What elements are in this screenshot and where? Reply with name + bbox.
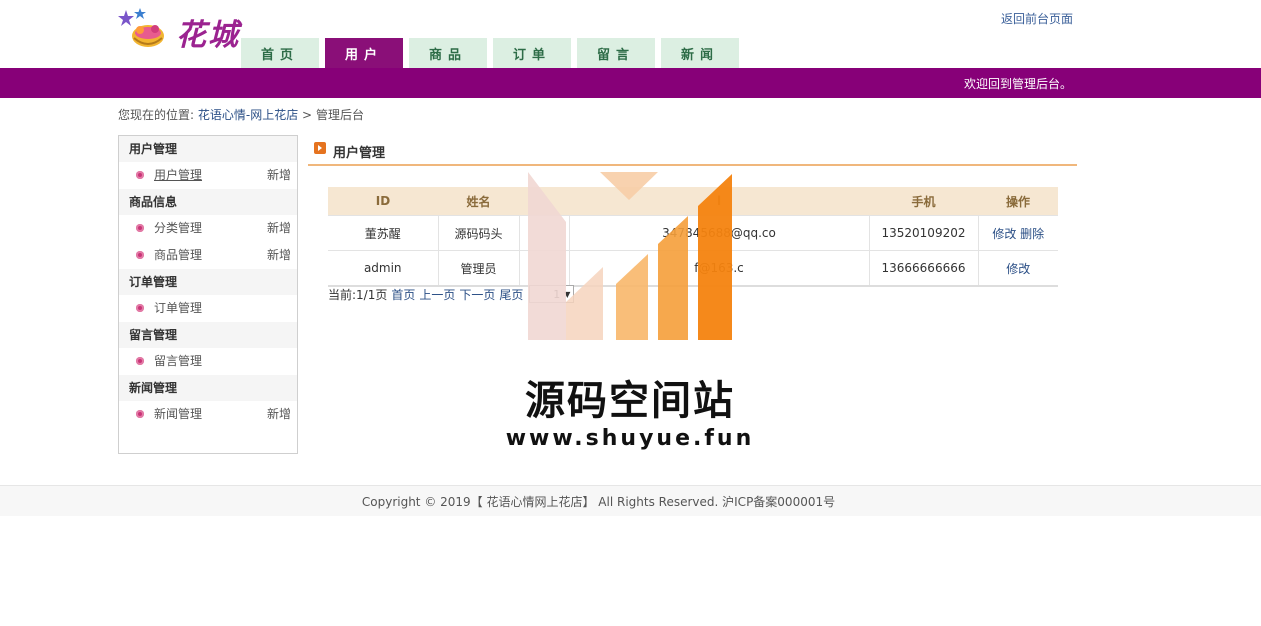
return-frontend-link[interactable]: 返回前台页面	[1001, 10, 1073, 27]
sidebar-item-label[interactable]: 用户管理	[154, 168, 202, 182]
bullet-icon	[136, 357, 144, 365]
add-user-link[interactable]: 新增	[267, 162, 291, 189]
breadcrumb-home-link[interactable]: 花语心情-网上花店	[198, 108, 298, 122]
bullet-icon	[136, 251, 144, 259]
breadcrumb-prefix: 您现在的位置:	[118, 108, 195, 122]
copyright-text: Copyright © 2019【 花语心情网上花店】 All Rights R…	[361, 495, 836, 509]
nav-tab-products[interactable]: 商品	[409, 38, 487, 68]
sidebar-item-label[interactable]: 商品管理	[154, 248, 202, 262]
sidebar-group-messages: 留言管理	[119, 322, 297, 348]
flower-basket-icon	[118, 8, 164, 47]
cell-phone: 13666666666	[869, 250, 979, 287]
cell-actions: 修改	[978, 250, 1058, 287]
footer: Copyright © 2019【 花语心情网上花店】 All Rights R…	[0, 485, 1261, 516]
sidebar-item-product-management: 商品管理 新增	[119, 242, 297, 269]
edit-link[interactable]: 修改	[1006, 262, 1030, 276]
column-header-actions: 操作	[978, 187, 1058, 216]
column-header-name: 姓名	[438, 187, 519, 216]
sidebar-group-orders: 订单管理	[119, 269, 297, 295]
cell-actions: 修改 删除	[978, 215, 1058, 251]
cell-phone: 13520109202	[869, 215, 979, 251]
cell-name: 管理员	[438, 250, 520, 287]
top-bar: 欢迎回到管理后台。	[0, 68, 1261, 98]
next-page-link[interactable]: 下一页	[459, 286, 495, 303]
cell-name: 源码码头	[438, 215, 520, 251]
add-news-link[interactable]: 新增	[267, 401, 291, 428]
watermark-url: www.shuyue.fun	[505, 426, 755, 451]
sidebar-item-news-management: 新闻管理 新增	[119, 401, 297, 428]
welcome-text: 欢迎回到管理后台。	[963, 77, 1072, 91]
add-category-link[interactable]: 新增	[267, 215, 291, 242]
sidebar-item-order-management: 订单管理	[119, 295, 297, 322]
last-page-link[interactable]: 尾页	[499, 286, 523, 303]
nav-tab-users[interactable]: 用户	[325, 38, 403, 68]
arrow-right-icon	[314, 142, 326, 154]
cell-id: 董苏醒	[328, 215, 439, 251]
sidebar-item-label[interactable]: 订单管理	[154, 301, 202, 315]
sidebar: 用户管理 用户管理 新增 商品信息 分类管理 新增 商品管理 新增 订单管理 订…	[118, 135, 298, 454]
sidebar-item-category-management: 分类管理 新增	[119, 215, 297, 242]
bullet-icon	[136, 224, 144, 232]
breadcrumb-current: 管理后台	[315, 108, 364, 122]
sidebar-item-label[interactable]: 新闻管理	[154, 407, 202, 421]
bullet-icon	[136, 171, 144, 179]
watermark-title: 源码空间站	[525, 378, 735, 424]
breadcrumb: 您现在的位置: 花语心情-网上花店 > 管理后台	[118, 106, 364, 123]
delete-link[interactable]: 删除	[1020, 227, 1044, 241]
breadcrumb-separator: >	[302, 108, 313, 122]
sidebar-item-label[interactable]: 分类管理	[154, 221, 202, 235]
add-product-link[interactable]: 新增	[267, 242, 291, 269]
sidebar-item-user-management: 用户管理 新增	[119, 162, 297, 189]
column-header-id: ID	[328, 187, 438, 216]
watermark-logo-icon	[528, 172, 732, 340]
sidebar-group-products: 商品信息	[119, 189, 297, 215]
bullet-icon	[136, 410, 144, 418]
prev-page-link[interactable]: 上一页	[419, 286, 455, 303]
logo-text: 花城	[176, 18, 240, 53]
main-nav: 首页 用户 商品 订单 留言 新闻	[241, 38, 745, 68]
bullet-icon	[136, 304, 144, 312]
nav-tab-home[interactable]: 首页	[241, 38, 319, 68]
sidebar-item-label[interactable]: 留言管理	[154, 354, 202, 368]
column-header-phone: 手机	[869, 187, 978, 216]
sidebar-group-news: 新闻管理	[119, 375, 297, 401]
first-page-link[interactable]: 首页	[391, 286, 415, 303]
page-info: 当前:1/1页	[328, 287, 388, 302]
sidebar-group-users: 用户管理	[119, 136, 297, 162]
section-title: 用户管理	[333, 146, 386, 161]
edit-link[interactable]: 修改	[992, 227, 1016, 241]
nav-tab-messages[interactable]: 留言	[577, 38, 655, 68]
cell-id: admin	[328, 250, 439, 287]
nav-tab-news[interactable]: 新闻	[661, 38, 739, 68]
nav-tab-orders[interactable]: 订单	[493, 38, 571, 68]
sidebar-item-message-management: 留言管理	[119, 348, 297, 375]
section-header: 用户管理	[308, 138, 1077, 166]
